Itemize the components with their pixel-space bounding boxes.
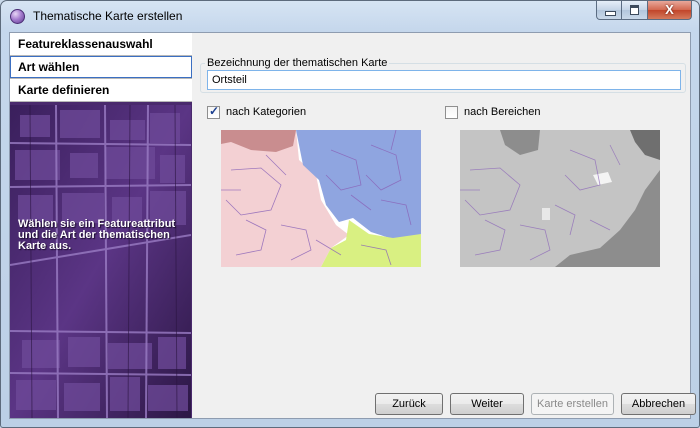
- checkbox-nach-kategorien-label[interactable]: nach Kategorien: [226, 106, 306, 118]
- sidebar-item-art-waehlen[interactable]: Art wählen: [10, 56, 192, 79]
- cancel-button[interactable]: Abbrechen: [621, 393, 696, 415]
- range-map-preview[interactable]: [460, 130, 660, 267]
- range-highlight-small: [542, 208, 550, 220]
- checkbox-nach-kategorien[interactable]: [207, 104, 220, 119]
- sidebar-item-karte-definieren[interactable]: Karte definieren: [10, 79, 192, 102]
- sidebar-item-label: Karte definieren: [18, 83, 110, 97]
- dialog-client-area: Featureklassenauswahl Art wählen Karte d…: [9, 32, 696, 419]
- sidebar-item-label: Featureklassenauswahl: [18, 37, 153, 51]
- wizard-sidebar: Featureklassenauswahl Art wählen Karte d…: [10, 33, 193, 418]
- title-bar[interactable]: Thematische Karte erstellen X: [1, 1, 699, 31]
- close-glyph: X: [665, 2, 674, 17]
- city-aerial-image: [10, 105, 191, 418]
- window-title: Thematische Karte erstellen: [33, 9, 183, 23]
- back-button[interactable]: Zurück: [375, 393, 443, 415]
- maximize-icon[interactable]: [622, 1, 648, 20]
- sidebar-description: Wählen sie ein Featureattribut und die A…: [18, 218, 176, 252]
- window-controls: X: [596, 1, 692, 21]
- close-icon[interactable]: X: [648, 1, 692, 20]
- sidebar-item-featureklassenauswahl[interactable]: Featureklassenauswahl: [10, 33, 192, 56]
- dialog-window: Thematische Karte erstellen X Featurekla…: [0, 0, 700, 428]
- name-group-label: Bezeichnung der thematischen Karte: [205, 57, 390, 69]
- minimize-icon[interactable]: [596, 1, 622, 20]
- map-name-input[interactable]: [207, 70, 681, 90]
- category-map-preview[interactable]: [221, 130, 421, 267]
- checkbox-nach-bereichen[interactable]: [445, 106, 458, 119]
- sidebar-item-label: Art wählen: [18, 60, 80, 74]
- create-map-button[interactable]: Karte erstellen: [531, 393, 614, 415]
- app-sphere-icon: [10, 9, 25, 24]
- wizard-content: Bezeichnung der thematischen Karte nach …: [192, 33, 696, 418]
- checkbox-nach-bereichen-label[interactable]: nach Bereichen: [464, 106, 540, 118]
- next-button[interactable]: Weiter: [450, 393, 524, 415]
